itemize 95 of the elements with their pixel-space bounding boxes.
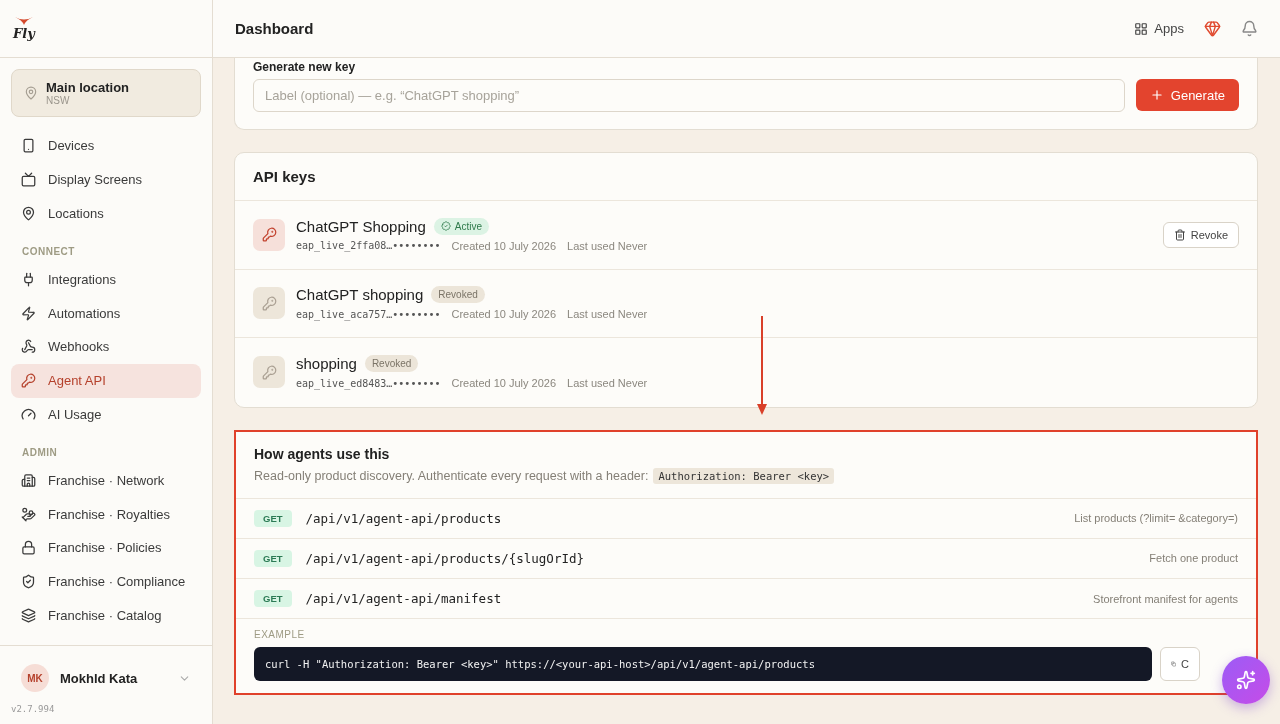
gauge-icon [21, 406, 36, 422]
nav-item-label: Franchise · Catalog [48, 607, 162, 623]
last-used: Last used Never [567, 239, 648, 252]
sparkles-icon [1236, 670, 1256, 690]
generate-button[interactable]: Generate [1135, 79, 1239, 111]
nav-item-label: Franchise · Network [48, 472, 165, 488]
masked-key: eap_live_aca757…•••••••• [296, 308, 441, 320]
building-icon [21, 472, 36, 488]
masked-key: eap_live_ed8483…•••••••• [296, 377, 441, 389]
nav-item-label: Webhooks [48, 339, 110, 355]
endpoint-description: List products (?limit= &category=) [1074, 512, 1238, 525]
version-text: v2.7.994 [11, 704, 55, 714]
nav-item-label: Devices [48, 138, 95, 154]
intro-text: Read-only product discovery. Authenticate every request with a header: [254, 468, 649, 483]
endpoint-path: /api/v1/agent-api/manifest [305, 591, 503, 607]
shield-check-icon [440, 221, 451, 232]
copy-button[interactable]: C [1160, 647, 1200, 682]
notifications-button[interactable] [1241, 20, 1258, 37]
nav-item[interactable]: Franchise · Network [11, 463, 201, 498]
nav-item[interactable]: Franchise · Policies [11, 530, 201, 565]
user-avatar: MK [21, 664, 49, 692]
endpoint-path: /api/v1/agent-api/products/{slugOrId} [305, 550, 585, 566]
map-pin-icon [21, 206, 36, 221]
nav-item[interactable]: Agent API [11, 363, 201, 398]
generate-key-label: Generate new key [253, 60, 357, 74]
user-menu[interactable]: MK Mokhld Kata [11, 658, 201, 698]
card-title: API keys [235, 153, 1257, 201]
method-badge: GET [254, 549, 292, 567]
nav-item-label: Locations [48, 206, 104, 221]
nav-item-label: Automations [48, 305, 121, 321]
created-date: Created 10 July 2026 [451, 308, 557, 321]
nav-item[interactable]: Franchise · Catalog [11, 598, 201, 633]
shield-icon [21, 574, 36, 590]
trash-icon [1173, 228, 1186, 241]
created-date: Created 10 July 2026 [451, 239, 557, 252]
method-badge: GET [254, 509, 292, 527]
plus-icon [1149, 88, 1164, 102]
nav-item-label: Franchise · Royalties [48, 506, 171, 522]
revoke-button[interactable]: Revoke [1162, 221, 1239, 248]
lock-icon [21, 540, 36, 556]
location-selector[interactable]: Main location NSW [11, 69, 201, 117]
hand-coins-icon [21, 506, 36, 522]
status-badge: Active [433, 217, 490, 235]
key-label-field[interactable]: Label (optional) — e.g. “ChatGPT shopping” [253, 79, 1125, 112]
webhook-icon [21, 339, 36, 355]
created-date: Created 10 July 2026 [451, 377, 557, 390]
masked-key: eap_live_2ffa08…•••••••• [296, 240, 441, 252]
assistant-button[interactable] [1222, 656, 1270, 704]
location-name: Main location [46, 80, 130, 95]
nav-section-heading: CONNECT [21, 245, 76, 260]
status-badge: Revoked [431, 286, 485, 304]
phone-icon [21, 138, 36, 154]
nav-item[interactable]: Devices [11, 129, 201, 163]
nav-item[interactable]: Automations [11, 296, 201, 330]
user-name: Mokhld Kata [60, 670, 139, 686]
location-region: NSW [46, 95, 71, 106]
nav-section-heading: ADMIN [21, 446, 59, 461]
endpoint-description: Storefront manifest for agents [1093, 592, 1238, 605]
nav-item[interactable]: AI Usage [11, 397, 201, 432]
nav-item-label: AI Usage [48, 406, 102, 422]
code-block: curl -H "Authorization: Bearer <key>" https://<your-api-host>/api/v1/agent-api/products [254, 647, 1152, 682]
nav-item-label: Franchise · Policies [48, 540, 162, 556]
card-title: How agents use this [254, 445, 391, 462]
plug-icon [21, 271, 36, 287]
method-badge: GET [254, 590, 292, 608]
gem-button[interactable] [1204, 20, 1221, 37]
apps-button[interactable]: Apps [1134, 21, 1184, 36]
nav-item-label: Agent API [48, 373, 106, 389]
key-icon [21, 373, 36, 389]
key-name: shopping [296, 355, 357, 373]
status-badge: Revoked [364, 355, 419, 373]
layers-icon [21, 607, 36, 623]
nav-item[interactable]: Display Screens [11, 162, 201, 197]
last-used: Last used Never [567, 308, 648, 321]
nav-item-label: Franchise · Compliance [48, 574, 186, 590]
map-pin-icon [24, 86, 38, 100]
last-used: Last used Never [567, 377, 648, 390]
nav-item-label: Display Screens [48, 172, 142, 188]
nav-item-label: Integrations [48, 271, 116, 287]
key-name: ChatGPT Shopping [296, 217, 426, 235]
tv-icon [21, 172, 36, 188]
header-code: Authorization: Bearer <key> [653, 467, 835, 484]
example-label: EXAMPLE [254, 629, 306, 641]
endpoint-path: /api/v1/agent-api/products [305, 510, 503, 526]
lightning-icon [21, 305, 36, 321]
key-name: ChatGPT shopping [296, 286, 424, 304]
nav-item[interactable]: Franchise · Royalties [11, 497, 201, 531]
logo-text: Fly [13, 26, 35, 41]
grid-icon [1134, 21, 1149, 36]
nav-item[interactable]: Webhooks [11, 330, 201, 364]
nav-item[interactable]: Integrations [11, 262, 201, 297]
nav-item[interactable]: Locations [11, 196, 201, 231]
page-title: Dashboard [235, 20, 315, 37]
endpoint-description: Fetch one product [1149, 552, 1238, 565]
nav-item[interactable]: Franchise · Compliance [11, 564, 201, 599]
